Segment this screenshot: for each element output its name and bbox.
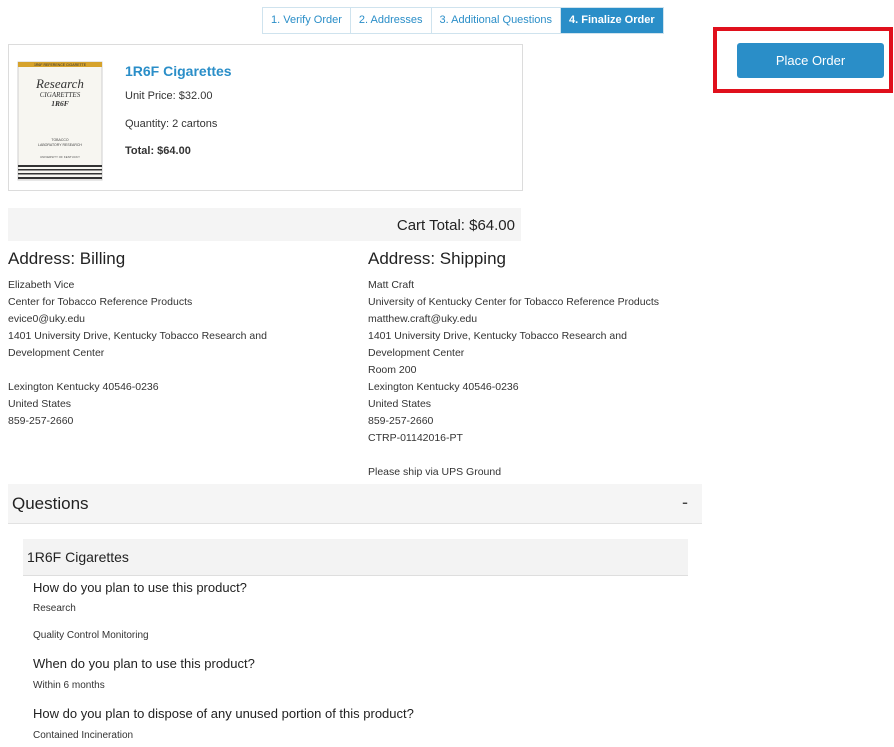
shipping-line: Matt Craft (368, 279, 415, 291)
svg-text:1R6F REFERENCE CIGARETTE: 1R6F REFERENCE CIGARETTE (34, 63, 87, 67)
step-addresses[interactable]: 2. Addresses (351, 8, 432, 33)
svg-text:CIGARETTES: CIGARETTES (40, 91, 81, 99)
billing-line: Elizabeth Vice (8, 279, 75, 291)
questions-header[interactable]: Questions - (8, 484, 702, 524)
question-text: When do you plan to use this product? (33, 656, 255, 671)
shipping-address-title: Address: Shipping (368, 249, 506, 268)
answer-text: Within 6 months (33, 680, 105, 691)
billing-line: Lexington Kentucky 40546-0236 (8, 381, 159, 393)
svg-text:TOBACCO: TOBACCO (51, 138, 69, 142)
question-product-title: 1R6F Cigarettes (27, 549, 129, 565)
shipping-line: CTRP-01142016-PT (368, 432, 463, 444)
question-text: How do you plan to use this product? (33, 580, 247, 595)
svg-text:UNIVERSITY OF KENTUCKY: UNIVERSITY OF KENTUCKY (40, 155, 80, 159)
answer-text: Quality Control Monitoring (33, 630, 149, 641)
shipping-line: United States (368, 398, 432, 410)
cart-total-bar: Cart Total: $64.00 (8, 208, 521, 241)
billing-line: 1401 University Drive, Kentucky Tobacco … (8, 330, 267, 342)
collapse-toggle[interactable]: - (682, 492, 688, 513)
shipping-note: Please ship via UPS Ground (368, 466, 502, 478)
shipping-line: 1401 University Drive, Kentucky Tobacco … (368, 330, 627, 342)
cart-total: Cart Total: $64.00 (396, 217, 515, 234)
product-name[interactable]: 1R6F Cigarettes (125, 63, 232, 79)
highlight-box (713, 27, 893, 93)
shipping-line: University of Kentucky Center for Tobacc… (368, 296, 660, 308)
billing-line: Development Center (8, 347, 105, 359)
answer-text: Contained Incineration (33, 730, 134, 741)
billing-line: United States (8, 398, 72, 410)
svg-text:LABORATORY RESEARCH: LABORATORY RESEARCH (38, 143, 82, 147)
step-verify-order[interactable]: 1. Verify Order (263, 8, 351, 33)
shipping-line: 859-257-2660 (368, 415, 434, 427)
shipping-line: Development Center (368, 347, 465, 359)
product-image: 1R6F REFERENCE CIGARETTE Research CIGARE… (17, 61, 103, 181)
step-finalize-order[interactable]: 4. Finalize Order (561, 8, 663, 33)
step-additional-questions[interactable]: 3. Additional Questions (432, 8, 562, 33)
billing-line: 859-257-2660 (8, 415, 74, 427)
billing-line: Center for Tobacco Reference Products (8, 296, 193, 308)
shipping-line: Room 200 (368, 364, 417, 376)
shipping-line: Lexington Kentucky 40546-0236 (368, 381, 519, 393)
question-text: How do you plan to dispose of any unused… (33, 706, 414, 721)
product-card: 1R6F REFERENCE CIGARETTE Research CIGARE… (8, 44, 523, 191)
line-total: Total: $64.00 (125, 145, 191, 157)
questions-title: Questions (12, 494, 89, 513)
billing-line: evice0@uky.edu (8, 313, 86, 325)
shipping-line: matthew.craft@uky.edu (368, 313, 478, 325)
quantity: Quantity: 2 cartons (125, 118, 218, 130)
answer-text: Research (33, 603, 76, 614)
unit-price: Unit Price: $32.00 (125, 90, 213, 102)
svg-text:1R6F: 1R6F (51, 99, 69, 108)
question-product-header: 1R6F Cigarettes (23, 539, 688, 576)
billing-address-title: Address: Billing (8, 249, 126, 268)
svg-text:Research: Research (35, 76, 84, 91)
checkout-steps: 1. Verify Order 2. Addresses 3. Addition… (262, 7, 664, 34)
